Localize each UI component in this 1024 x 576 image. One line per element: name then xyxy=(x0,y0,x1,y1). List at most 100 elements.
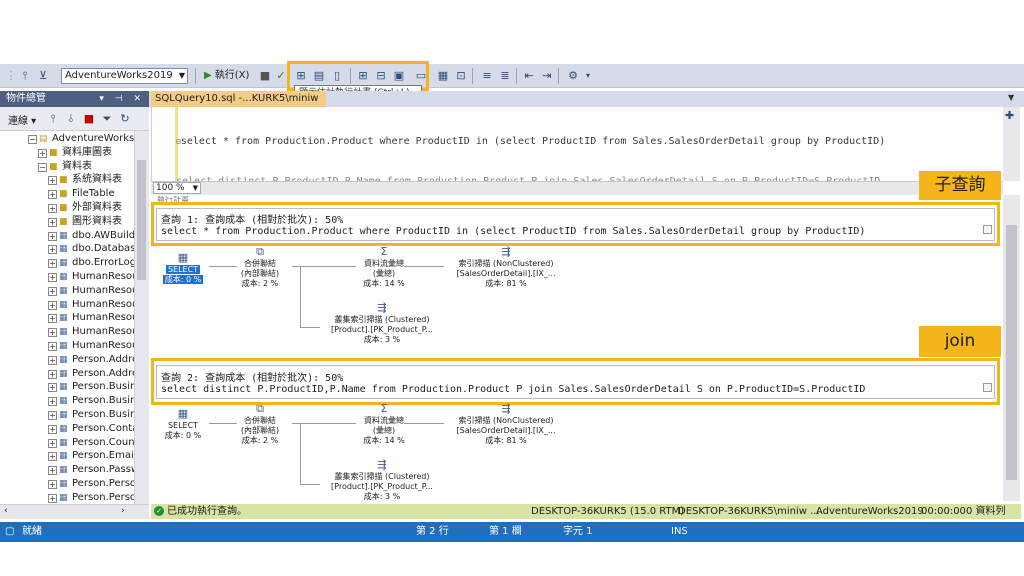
tree-item[interactable]: + ▦ HumanResou xyxy=(48,284,134,298)
plan-node-merge-join[interactable]: ⧉ 合併聯結 (內部聯結) 成本: 2 % xyxy=(228,246,292,289)
tree-item[interactable]: + ▦ Person.Persor xyxy=(48,491,134,504)
expand-icon[interactable]: + xyxy=(48,217,57,227)
tree-item[interactable]: + ▦ Person.Email xyxy=(48,449,134,463)
plan-node-select[interactable]: ▦ SELECT 成本: 0 % xyxy=(155,408,211,441)
connect-icon[interactable]: ⫯ xyxy=(18,69,32,83)
tree-item[interactable]: +▦ Person.Busine xyxy=(48,394,134,408)
plan-node-select[interactable]: ▦ SELECT 成本: 0 % xyxy=(155,252,211,285)
expand-icon[interactable]: + xyxy=(48,466,57,476)
expand-icon[interactable]: + xyxy=(48,190,57,200)
tree-item[interactable]: − ▤ AdventureWorks2 xyxy=(28,132,134,146)
tree-item[interactable]: + ▦ Person.Addre xyxy=(48,367,134,381)
parse-check-icon[interactable]: ✓ xyxy=(274,69,288,83)
object-explorer-icon[interactable]: ⊻ xyxy=(36,69,50,83)
expand-icon[interactable]: + xyxy=(48,424,57,434)
tree-item[interactable]: + ■ FileTable xyxy=(48,187,115,201)
expand-icon[interactable]: + xyxy=(48,355,57,365)
tree-item[interactable]: − ■ 資料表 xyxy=(38,160,92,174)
tree-scroll-thumb[interactable] xyxy=(137,160,146,280)
tab-sqlquery10[interactable]: SQLQuery10.sql -...KURK5\miniw xyxy=(151,91,326,107)
execute-label: 執行(X) xyxy=(214,70,250,81)
split-icon[interactable]: ✚ xyxy=(1005,109,1014,122)
specify-values-icon[interactable]: ⚙ xyxy=(566,69,580,83)
expand-icon[interactable]: + xyxy=(48,438,57,448)
connect-dropdown[interactable]: 連線 ▾ xyxy=(8,112,36,127)
tree-item[interactable]: + ▦ Person.Addre xyxy=(48,353,134,367)
tree-item[interactable]: + ▦ Person.Conta xyxy=(48,422,134,436)
tree-item[interactable]: +▦ dbo.Database xyxy=(48,242,134,256)
query-2-expand-button[interactable] xyxy=(983,383,992,392)
tree-item[interactable]: + ■ 外部資料表 xyxy=(48,201,122,215)
index-scan-icon: ⇶ xyxy=(501,402,511,415)
plan-node-stream-aggregate[interactable]: Σ 資料流彙總 (彙總) 成本: 14 % xyxy=(352,403,416,446)
tree-item[interactable]: + ▦ HumanResou xyxy=(48,325,134,339)
tree-item[interactable]: + ▦ dbo.ErrorLog xyxy=(48,256,134,270)
plan-node-clustered-index-scan[interactable]: ⇶ 叢集索引掃描 (Clustered) [Product].[PK_Produ… xyxy=(318,302,446,345)
tree-item[interactable]: + ■ 圖形資料表 xyxy=(48,215,122,229)
increase-indent-icon[interactable]: ⇥ xyxy=(540,69,554,83)
plan-node-merge-join[interactable]: ⧉ 合併聯結 (內部聯結) 成本: 2 % xyxy=(228,403,292,446)
plan-node-index-scan[interactable]: ⇶ 索引掃描 (NonClustered) [SalesOrderDetail]… xyxy=(440,246,572,289)
connect-icon[interactable]: ⫯ xyxy=(46,112,60,126)
tree-horizontal-scrollbar[interactable]: ‹ › xyxy=(0,504,149,519)
tree-item[interactable]: + ▦ HumanResou xyxy=(48,270,134,284)
tree-item[interactable]: + ▦ Person.Persor xyxy=(48,477,134,491)
disconnect-icon[interactable]: ⫰ xyxy=(64,112,78,126)
expand-icon[interactable]: + xyxy=(48,397,57,407)
chevron-down-icon: ▼ xyxy=(192,184,198,192)
tree-item[interactable]: + ▦ Person.Count xyxy=(48,436,134,450)
tree-item[interactable]: +▦ Person.Busine xyxy=(48,408,134,422)
plan-node-index-scan[interactable]: ⇶ 索引掃描 (NonClustered) [SalesOrderDetail]… xyxy=(440,403,572,446)
plan-node-clustered-index-scan[interactable]: ⇶ 叢集索引掃描 (Clustered) [Product].[PK_Produ… xyxy=(318,459,446,501)
expand-icon[interactable]: + xyxy=(48,273,57,282)
chevron-right-icon[interactable]: › xyxy=(121,506,125,516)
expand-icon[interactable]: + xyxy=(48,314,57,324)
toolbar-overflow-icon[interactable]: ▾ xyxy=(581,69,595,83)
chevron-left-icon[interactable]: ‹ xyxy=(4,506,8,516)
expand-icon[interactable]: + xyxy=(48,259,57,269)
database-select[interactable]: AdventureWorks2019 ▼ xyxy=(61,68,188,84)
tree-item[interactable]: + ▦ HumanResou xyxy=(48,339,134,353)
tab-list-dropdown-icon[interactable]: ▼ xyxy=(1008,93,1020,105)
expand-icon[interactable]: + xyxy=(48,411,57,420)
filter-icon[interactable]: ⏷ xyxy=(100,112,114,126)
comment-icon[interactable]: ≡ xyxy=(480,69,494,83)
tree-item[interactable]: + ▦ Person.Passw xyxy=(48,463,134,477)
expand-icon[interactable]: + xyxy=(48,286,57,296)
collapse-icon[interactable]: − xyxy=(38,162,47,172)
tree-item[interactable]: + ■ 系統資料表 xyxy=(48,173,122,187)
expand-icon[interactable]: + xyxy=(48,300,57,310)
editor-line-1[interactable]: ⊟select * from Production.Product where … xyxy=(176,136,885,147)
tree-item[interactable]: +▦ Person.Busine xyxy=(48,380,134,394)
expand-icon[interactable]: + xyxy=(48,369,57,379)
decrease-indent-icon[interactable]: ⇤ xyxy=(522,69,536,83)
expand-icon[interactable]: + xyxy=(48,342,57,351)
results-to-grid-icon[interactable]: ▦ xyxy=(436,69,450,83)
tree-item[interactable]: + ■ 資料庫圖表 xyxy=(38,146,112,160)
plan-scroll-thumb[interactable] xyxy=(1006,225,1017,480)
execute-button[interactable]: ▶ 執行(X) xyxy=(204,68,249,84)
refresh-icon[interactable]: ↻ xyxy=(118,112,132,126)
stop-icon[interactable]: ■ xyxy=(258,69,272,83)
expand-icon[interactable]: + xyxy=(48,452,57,462)
panel-controls[interactable]: ▾ ⊣ ✕ xyxy=(99,91,145,107)
zoom-select[interactable]: 100 % ▼ xyxy=(153,182,201,194)
tree-item[interactable]: + ▦ HumanResou xyxy=(48,311,134,325)
expand-icon[interactable]: + xyxy=(48,383,57,393)
collapse-icon[interactable]: − xyxy=(28,135,37,144)
tree-item[interactable]: + ▦ HumanResou xyxy=(48,298,134,312)
expand-icon[interactable]: + xyxy=(48,328,57,338)
expand-icon[interactable]: + xyxy=(38,148,47,158)
tree-item[interactable]: +▦ dbo.AWBuildV xyxy=(48,229,134,243)
expand-icon[interactable]: + xyxy=(48,480,57,489)
expand-icon[interactable]: + xyxy=(48,231,57,241)
expand-icon[interactable]: + xyxy=(48,204,57,213)
expand-icon[interactable]: + xyxy=(48,176,57,186)
plan-node-stream-aggregate[interactable]: Σ 資料流彙總 (彙總) 成本: 14 % xyxy=(352,246,416,289)
expand-icon[interactable]: + xyxy=(48,493,57,503)
query-1-expand-button[interactable] xyxy=(983,225,992,234)
uncomment-icon[interactable]: ≣ xyxy=(498,69,512,83)
expand-icon[interactable]: + xyxy=(48,245,57,255)
results-to-file-icon[interactable]: ⊡ xyxy=(454,69,468,83)
stop-icon[interactable]: ■ xyxy=(82,112,96,126)
